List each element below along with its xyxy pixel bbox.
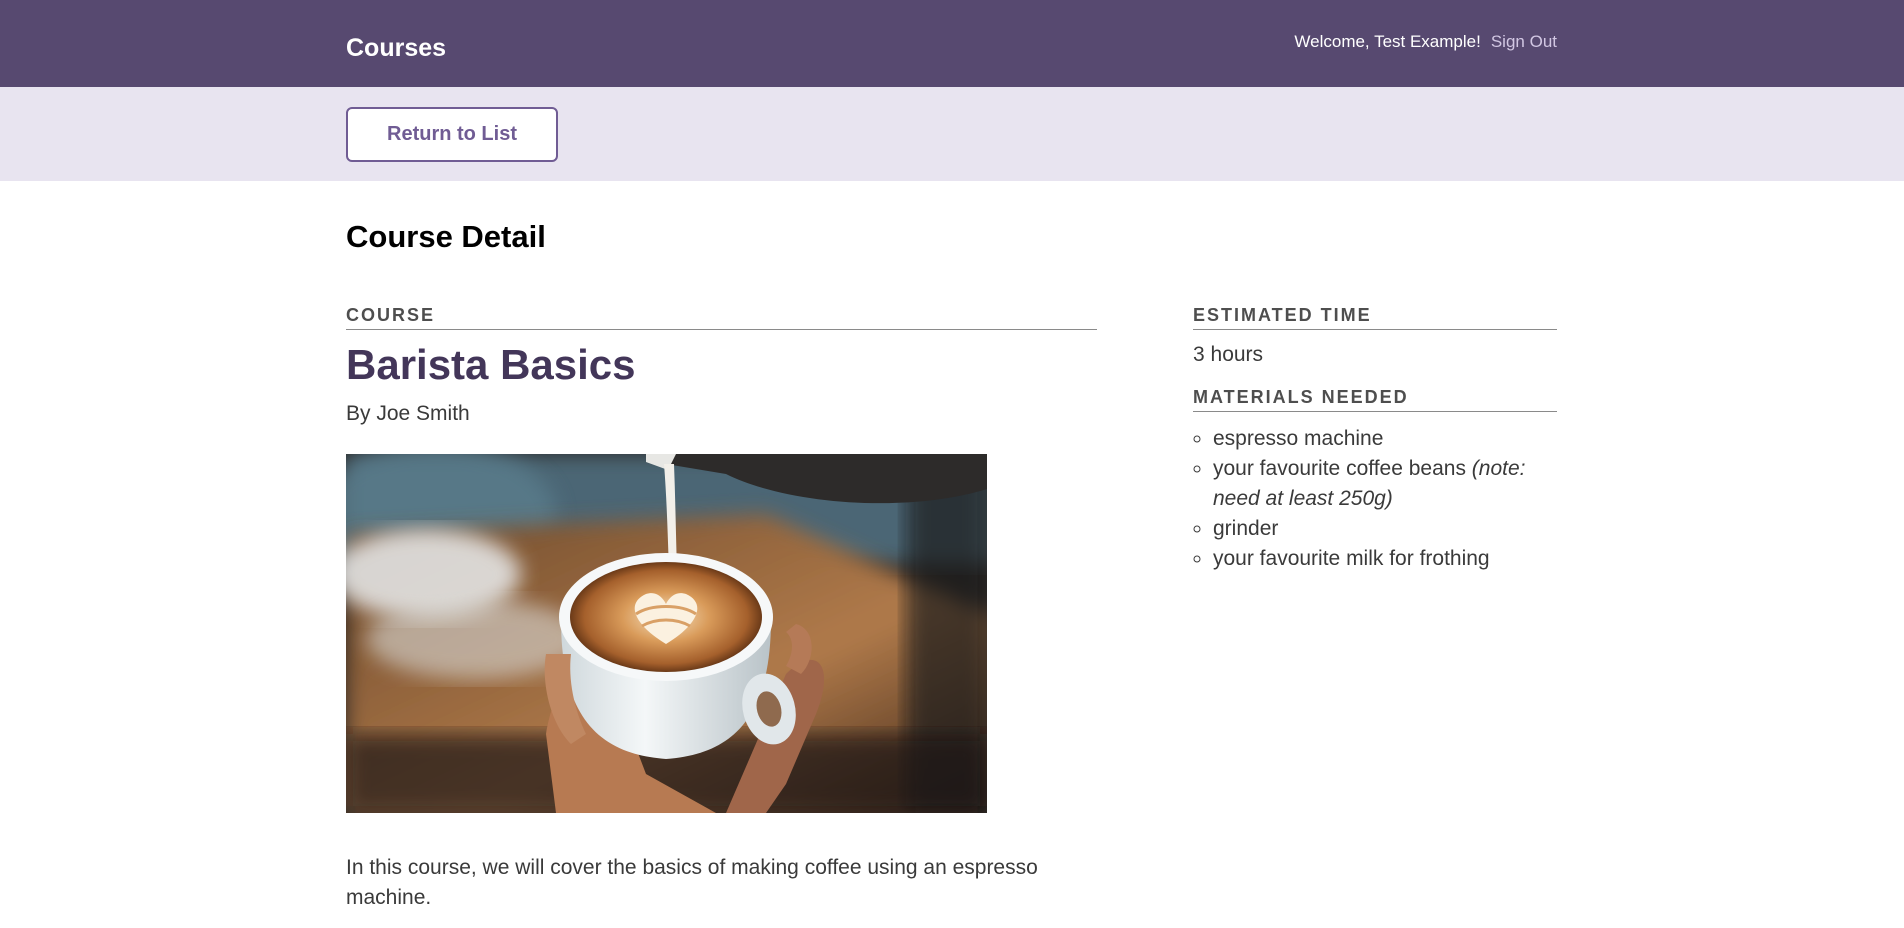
material-text: espresso machine: [1213, 427, 1384, 450]
page-title: Course Detail: [346, 219, 546, 254]
materials-list: espresso machine your favourite coffee b…: [1193, 424, 1557, 574]
estimated-time-value: 3 hours: [1193, 343, 1264, 366]
course-title: Barista Basics: [346, 341, 636, 388]
sign-out-link[interactable]: Sign Out: [1491, 32, 1557, 52]
main-content: Course Detail Course Barista Basics By J…: [0, 181, 1904, 928]
list-item: your favourite coffee beans (note: need …: [1213, 454, 1557, 514]
return-to-list-button[interactable]: Return to List: [346, 107, 558, 162]
user-nav: Welcome, Test Example! Sign Out: [1294, 32, 1557, 52]
course-image: [346, 454, 987, 814]
material-text: your favourite coffee beans: [1213, 457, 1472, 480]
app-header: Courses Welcome, Test Example! Sign Out: [0, 0, 1904, 87]
material-text: grinder: [1213, 517, 1279, 540]
latte-art-image: [346, 454, 987, 814]
list-item: your favourite milk for frothing: [1213, 544, 1557, 574]
list-item: grinder: [1213, 514, 1557, 544]
list-item: espresso machine: [1213, 424, 1557, 454]
material-text: your favourite milk for frothing: [1213, 547, 1490, 570]
course-description: In this course, we will cover the basics…: [346, 856, 1038, 910]
course-section-label: Course: [346, 305, 1097, 330]
actions-bar: Return to List: [0, 87, 1904, 181]
course-author: By Joe Smith: [346, 402, 470, 426]
courses-logo-link[interactable]: Courses: [346, 34, 446, 63]
materials-needed-label: Materials Needed: [1193, 387, 1557, 412]
course-main-column: Course Barista Basics By Joe Smith: [346, 305, 1097, 913]
header-inner: Courses Welcome, Test Example! Sign Out: [346, 0, 1557, 87]
course-side-column: Estimated Time 3 hours Materials Needed …: [1193, 305, 1557, 574]
welcome-text: Welcome, Test Example!: [1294, 31, 1481, 51]
materials-block: Materials Needed espresso machine your f…: [1193, 387, 1557, 574]
estimated-time-label: Estimated Time: [1193, 305, 1557, 330]
